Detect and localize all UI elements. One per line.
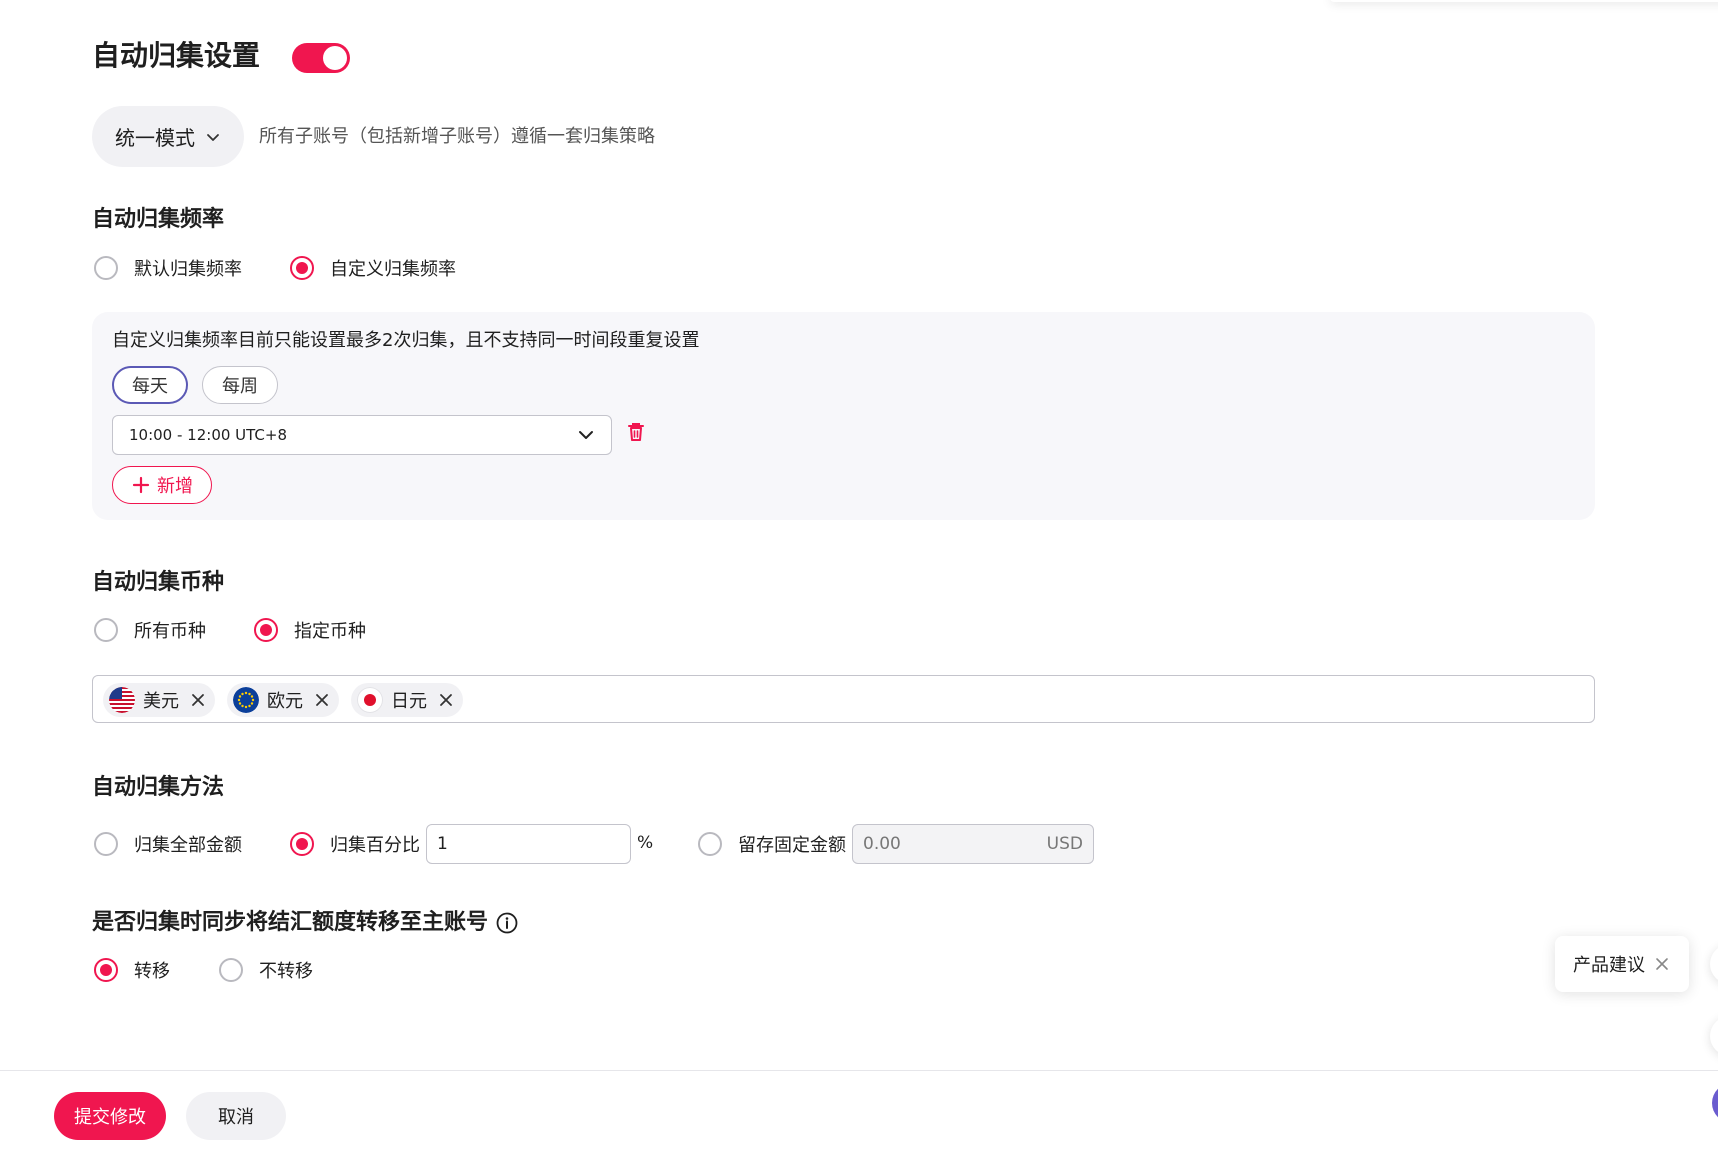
method-section-title: 自动归集方法 (92, 775, 225, 800)
cancel-button[interactable]: 取消 (186, 1092, 286, 1140)
toggle-knob (323, 46, 347, 70)
currency-multiselect[interactable]: 美元 欧元 日元 (92, 675, 1595, 723)
fixed-amount-input[interactable]: 0.00 USD (852, 824, 1094, 864)
submit-button[interactable]: 提交修改 (54, 1092, 166, 1140)
radio-circle (698, 832, 722, 856)
jp-flag-icon (357, 687, 383, 713)
percent-unit: % (637, 833, 654, 853)
close-icon[interactable] (191, 693, 205, 707)
currency-tag-label: 日元 (391, 691, 427, 712)
side-float-button[interactable] (1710, 944, 1718, 984)
chat-bubble-button[interactable] (1712, 1083, 1718, 1123)
add-time-range-button[interactable]: 新增 (112, 466, 212, 504)
close-icon[interactable] (439, 693, 453, 707)
radio-label: 不转移 (259, 961, 313, 982)
transfer-section-header: 是否归集时同步将结汇额度转移至主账号 (92, 908, 518, 938)
currency-tag-jpy: 日元 (351, 683, 463, 717)
radio-circle (94, 958, 118, 982)
mode-select-label: 统一模式 (115, 126, 195, 150)
radio-collect-all[interactable]: 归集全部金额 (94, 831, 242, 857)
radio-transfer[interactable]: 转移 (94, 957, 170, 983)
radio-label: 归集全部金额 (134, 835, 242, 856)
radio-circle (290, 832, 314, 856)
transfer-section-title: 是否归集时同步将结汇额度转移至主账号 (92, 910, 489, 935)
radio-label: 所有币种 (134, 621, 206, 642)
currency-section-title: 自动归集币种 (92, 570, 225, 595)
add-button-label: 新增 (157, 476, 193, 497)
page-title: 自动归集设置 (92, 39, 261, 72)
chevron-down-icon (207, 133, 219, 141)
radio-custom-frequency[interactable]: 自定义归集频率 (290, 255, 456, 281)
currency-tag-eur: 欧元 (227, 683, 339, 717)
radio-specified-currencies[interactable]: 指定币种 (254, 617, 366, 643)
side-float-button[interactable] (1710, 1016, 1718, 1056)
radio-circle (254, 618, 278, 642)
time-range-select[interactable]: 10:00 - 12:00 UTC+8 (112, 415, 612, 455)
frequency-section-title: 自动归集频率 (92, 207, 225, 232)
radio-label: 留存固定金额 (738, 835, 846, 856)
radio-label: 默认归集频率 (134, 259, 242, 280)
mode-select[interactable]: 统一模式 (92, 106, 244, 167)
period-weekly-button[interactable]: 每周 (202, 366, 278, 404)
radio-label: 转移 (134, 961, 170, 982)
radio-circle (94, 618, 118, 642)
radio-circle (219, 958, 243, 982)
radio-label: 自定义归集频率 (330, 259, 456, 280)
radio-circle (290, 256, 314, 280)
radio-label: 归集百分比 (330, 835, 420, 856)
mode-description: 所有子账号（包括新增子账号）遵循一套归集策略 (259, 126, 655, 147)
currency-tag-label: 欧元 (267, 691, 303, 712)
chevron-down-icon (579, 431, 593, 439)
period-daily-button[interactable]: 每天 (112, 366, 188, 404)
percent-input[interactable]: 1 (426, 824, 631, 864)
product-feedback-popup[interactable]: 产品建议 (1555, 936, 1689, 992)
radio-circle (94, 256, 118, 280)
radio-default-frequency[interactable]: 默认归集频率 (94, 255, 242, 281)
radio-label: 指定币种 (294, 621, 366, 642)
close-icon[interactable] (1655, 957, 1669, 971)
frequency-note: 自定义归集频率目前只能设置最多2次归集，且不支持同一时间段重复设置 (112, 330, 700, 351)
radio-circle (94, 832, 118, 856)
info-icon[interactable] (496, 912, 518, 934)
radio-all-currencies[interactable]: 所有币种 (94, 617, 206, 643)
plus-icon (132, 476, 150, 494)
us-flag-icon (109, 687, 135, 713)
footer-divider (0, 1070, 1718, 1071)
top-panel-edge (1330, 0, 1718, 2)
radio-retain-fixed[interactable]: 留存固定金额 (698, 831, 846, 857)
currency-tag-label: 美元 (143, 691, 179, 712)
close-icon[interactable] (315, 693, 329, 707)
time-range-value: 10:00 - 12:00 UTC+8 (129, 426, 288, 444)
fixed-amount-unit: USD (1046, 834, 1083, 854)
auto-collect-toggle[interactable] (292, 43, 350, 73)
trash-icon[interactable] (626, 421, 646, 443)
currency-tag-usd: 美元 (103, 683, 215, 717)
eu-flag-icon (233, 687, 259, 713)
radio-no-transfer[interactable]: 不转移 (219, 957, 313, 983)
radio-collect-percent[interactable]: 归集百分比 (290, 831, 420, 857)
fixed-amount-placeholder: 0.00 (863, 834, 901, 854)
feedback-label: 产品建议 (1573, 955, 1645, 976)
